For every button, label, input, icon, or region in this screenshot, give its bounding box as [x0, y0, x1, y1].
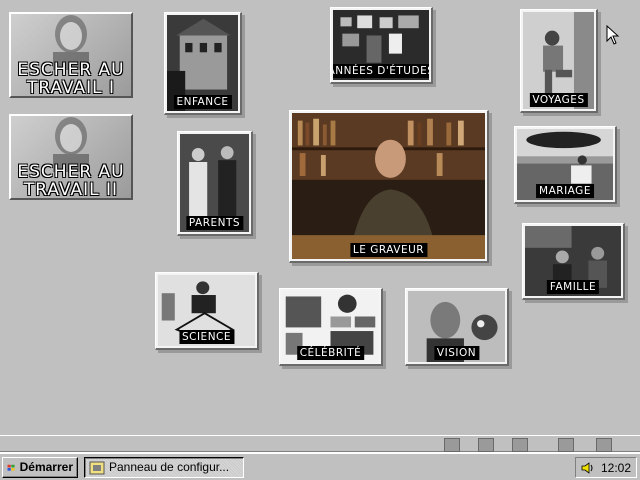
tile-science[interactable]: SCIENCE: [155, 272, 259, 350]
tile-le-graveur[interactable]: LE GRAVEUR: [289, 110, 489, 263]
tile-famille[interactable]: FAMILLE: [522, 223, 625, 300]
photo-models: SCIENCE: [158, 275, 255, 346]
speaker-icon[interactable]: [581, 461, 595, 475]
system-tray: 12:02: [575, 457, 637, 478]
photo-studio-wall: ANNÉES D'ÉTUDES: [333, 10, 429, 80]
big-button-title-line1: ESCHER AU: [17, 60, 125, 80]
toolbar-mini-icon[interactable]: [512, 438, 528, 452]
tile-caption: LE GRAVEUR: [349, 243, 428, 257]
escher-au-travail-2-button[interactable]: ESCHER AU TRAVAIL II: [9, 114, 133, 200]
start-label: Démarrer: [19, 460, 73, 474]
escher-au-travail-1-button[interactable]: ESCHER AU TRAVAIL I: [9, 12, 133, 98]
tile-annees-etudes[interactable]: ANNÉES D'ÉTUDES: [330, 7, 433, 84]
big-button-title-line2: TRAVAIL I: [26, 78, 116, 98]
engraver-photo-icon: [292, 113, 485, 259]
tile-caption: MARIAGE: [536, 184, 594, 198]
tile-caption: VOYAGES: [529, 93, 588, 107]
toolbar-mini-icon[interactable]: [596, 438, 612, 452]
photo-house: ENFANCE: [167, 15, 238, 111]
tile-voyages[interactable]: VOYAGES: [520, 9, 598, 113]
tile-caption: ENFANCE: [173, 95, 232, 109]
task-label: Panneau de configur...: [109, 460, 230, 474]
tile-enfance[interactable]: ENFANCE: [164, 12, 242, 115]
tile-vision[interactable]: VISION: [405, 288, 509, 366]
tile-celebrite[interactable]: CÉLÉBRITÉ: [279, 288, 383, 366]
tile-parents[interactable]: PARENTS: [177, 131, 253, 236]
tile-caption: PARENTS: [185, 216, 244, 230]
toolbar-mini-icon[interactable]: [444, 438, 460, 452]
big-button-title-line1: ESCHER AU: [17, 162, 125, 182]
tile-mariage[interactable]: MARIAGE: [514, 126, 617, 204]
task-panneau-de-configuration[interactable]: Panneau de configur...: [84, 457, 244, 478]
photo-sphere-portrait: VISION: [408, 291, 505, 362]
tile-caption: ANNÉES D'ÉTUDES: [333, 64, 429, 78]
start-button[interactable]: Démarrer: [2, 457, 78, 478]
photo-sitting-man: VOYAGES: [523, 12, 594, 109]
control-panel-icon: [89, 461, 105, 474]
tile-caption: SCIENCE: [178, 330, 235, 344]
taskbar: Démarrer Panneau de configur... 12:02: [0, 452, 640, 480]
photo-engraver: LE GRAVEUR: [292, 113, 485, 259]
big-button-title-line2: TRAVAIL II: [23, 180, 119, 200]
clock[interactable]: 12:02: [601, 461, 631, 475]
toolbar-mini-icon[interactable]: [558, 438, 574, 452]
photo-terrace: MARIAGE: [517, 129, 613, 200]
bottom-toolbar-strip: [0, 435, 640, 452]
photo-collage: CÉLÉBRITÉ: [282, 291, 379, 362]
mouse-pointer-icon: [606, 25, 620, 45]
toolbar-mini-icon[interactable]: [478, 438, 494, 452]
photo-couple: PARENTS: [180, 134, 249, 232]
tile-caption: VISION: [433, 346, 480, 360]
tile-caption: CÉLÉBRITÉ: [296, 346, 365, 360]
windows-logo-icon: [7, 464, 15, 471]
tile-caption: FAMILLE: [546, 280, 600, 294]
photo-family: FAMILLE: [525, 226, 621, 296]
